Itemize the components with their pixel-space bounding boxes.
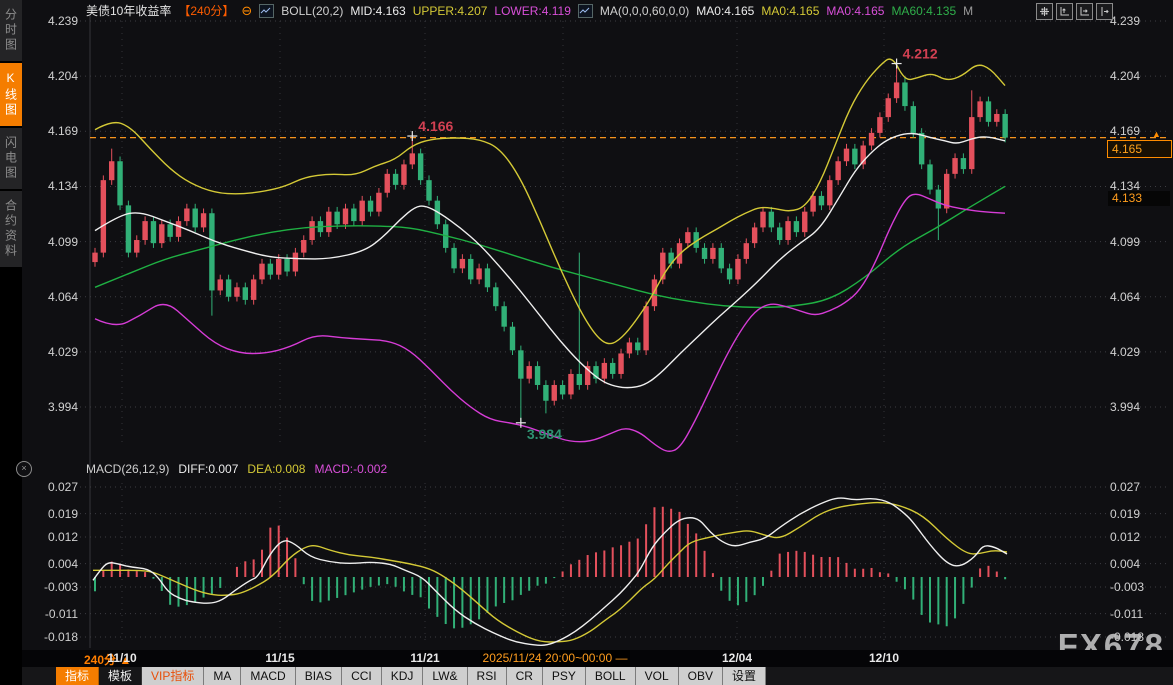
macd-tick-right: -0.003 bbox=[1110, 580, 1144, 594]
candlestick-macd-chart[interactable]: 4.166 4.212 3.984 bbox=[0, 0, 1173, 685]
price-tick-right: 4.029 bbox=[1110, 345, 1140, 359]
collapse-period-icon[interactable]: ⊖ bbox=[241, 5, 252, 17]
price-tick-left: 4.239 bbox=[22, 14, 78, 28]
toolbar-tab-VOL[interactable]: VOL bbox=[636, 667, 679, 685]
macd-tick-right: 0.012 bbox=[1110, 530, 1140, 544]
time-axis: 240分 ▲ 2025/11/24 20:00~00:00 — 11/1011/… bbox=[22, 650, 1173, 667]
boll-lower-value: LOWER:4.119 bbox=[494, 4, 570, 18]
toolbar-tab-MACD[interactable]: MACD bbox=[241, 667, 295, 685]
macd-pane-header: MACD(26,12,9) DIFF:0.007 DEA:0.008 MACD:… bbox=[86, 462, 387, 476]
symbol-title: 美债10年收益率 bbox=[86, 2, 171, 19]
toolbar-tab-设置[interactable]: 设置 bbox=[723, 667, 766, 685]
ma0-yellow-value: MA0:4.165 bbox=[761, 4, 819, 18]
date-label-12/10: 12/10 bbox=[869, 651, 899, 665]
current-price-tag: 4.165 bbox=[1107, 140, 1172, 158]
price-tick-left: 4.064 bbox=[22, 290, 78, 304]
toolbar-tab-LW&[interactable]: LW& bbox=[423, 667, 467, 685]
macd-tick-right: 0.027 bbox=[1110, 480, 1140, 494]
collapse-indicator-pane-icon[interactable]: × bbox=[16, 461, 32, 477]
ma60-value: MA60:4.135 bbox=[891, 4, 956, 18]
mini-chart-icon[interactable] bbox=[259, 4, 274, 18]
x-axis-scale-icon[interactable] bbox=[1076, 3, 1093, 20]
mini-chart-icon[interactable] bbox=[578, 4, 593, 18]
ma60-price-tag: 4.133 bbox=[1108, 191, 1170, 206]
macd-dea-value: DEA:0.008 bbox=[247, 462, 305, 476]
macd-value: MACD:-0.002 bbox=[314, 462, 387, 476]
price-tick-left: 3.994 bbox=[22, 400, 78, 414]
macd-tick-right: 0.004 bbox=[1110, 557, 1140, 571]
price-tick-left: 4.169 bbox=[22, 124, 78, 138]
toolbar-tab-BOLL[interactable]: BOLL bbox=[586, 667, 636, 685]
ma-name-label: MA(0,0,0,60,0,0) bbox=[600, 4, 689, 18]
toolbar-tab-CCI[interactable]: CCI bbox=[342, 667, 382, 685]
indicator-toolbar: 指标模板VIP指标MAMACDBIASCCIKDJLW&RSICRPSYBOLL… bbox=[22, 667, 1173, 685]
macd-tick-left: -0.011 bbox=[22, 607, 78, 621]
y-axis-scale-icon[interactable] bbox=[1056, 3, 1073, 20]
price-tick-right: 4.064 bbox=[1110, 290, 1140, 304]
period-label[interactable]: 【240分】 bbox=[178, 2, 234, 19]
macd-tick-left: -0.003 bbox=[22, 580, 78, 594]
price-pane-header: 美债10年收益率 【240分】 ⊖ BOLL(20,2) MID:4.163 U… bbox=[86, 3, 973, 18]
macd-tick-left: 0.004 bbox=[22, 557, 78, 571]
price-tick-right: 4.169 bbox=[1110, 124, 1140, 138]
price-tick-left: 4.134 bbox=[22, 179, 78, 193]
toolbar-tab-CR[interactable]: CR bbox=[507, 667, 543, 685]
window-controls bbox=[1036, 3, 1113, 20]
macd-tick-left: -0.018 bbox=[22, 630, 78, 644]
toolbar-tab-KDJ[interactable]: KDJ bbox=[382, 667, 424, 685]
sidebar-item-K线图[interactable]: K线图 bbox=[0, 63, 22, 126]
toolbar-tab-指标[interactable]: 指标 bbox=[56, 667, 99, 685]
boll-name-label: BOLL(20,2) bbox=[281, 4, 343, 18]
toolbar-tab-RSI[interactable]: RSI bbox=[468, 667, 507, 685]
sidebar-item-闪电图[interactable]: 闪电图 bbox=[0, 128, 22, 189]
ma-suffix-label: M bbox=[963, 4, 973, 18]
date-label-11/21: 11/21 bbox=[410, 651, 439, 665]
price-up-arrow-icon: ▲ bbox=[1152, 129, 1161, 139]
toolbar-tab-PSY[interactable]: PSY bbox=[543, 667, 586, 685]
date-label-11/15: 11/15 bbox=[265, 651, 294, 665]
price-tick-right: 4.239 bbox=[1110, 14, 1140, 28]
left-sidebar: 分时图K线图闪电图合约资料 bbox=[0, 0, 22, 685]
collapse-panel-icon[interactable] bbox=[1096, 3, 1113, 20]
current-bar-time-label: 2025/11/24 20:00~00:00 — bbox=[480, 650, 630, 667]
toolbar-spacer bbox=[22, 667, 56, 685]
macd-tick-left: 0.027 bbox=[22, 480, 78, 494]
sidebar-item-分时图[interactable]: 分时图 bbox=[0, 0, 22, 61]
date-label-12/04: 12/04 bbox=[722, 651, 752, 665]
chart-application: 4.166 4.212 3.984 分时图K线图闪电图合约资料 美债10年收益率 【… bbox=[0, 0, 1173, 685]
ma0-magenta-value: MA0:4.165 bbox=[826, 4, 884, 18]
sidebar-item-合约资料[interactable]: 合约资料 bbox=[0, 191, 22, 267]
toolbar-tab-OBV[interactable]: OBV bbox=[679, 667, 723, 685]
ma0-white-value: MA0:4.165 bbox=[696, 4, 754, 18]
toolbar-tab-VIP指标[interactable]: VIP指标 bbox=[142, 667, 204, 685]
macd-tick-right: -0.011 bbox=[1110, 607, 1143, 621]
price-tick-right: 4.204 bbox=[1110, 69, 1140, 83]
price-tick-right: 3.994 bbox=[1110, 400, 1140, 414]
svg-text:4.166: 4.166 bbox=[418, 118, 453, 134]
svg-text:4.212: 4.212 bbox=[903, 46, 938, 62]
boll-mid-value: MID:4.163 bbox=[350, 4, 405, 18]
macd-tick-left: 0.019 bbox=[22, 507, 78, 521]
date-label-11/10: 11/10 bbox=[107, 651, 136, 665]
toolbar-tab-MA[interactable]: MA bbox=[204, 667, 241, 685]
toolbar-tab-BIAS[interactable]: BIAS bbox=[296, 667, 342, 685]
toolbar-tab-模板[interactable]: 模板 bbox=[99, 667, 142, 685]
price-tick-left: 4.099 bbox=[22, 235, 78, 249]
boll-upper-value: UPPER:4.207 bbox=[413, 4, 488, 18]
macd-diff-value: DIFF:0.007 bbox=[178, 462, 238, 476]
price-tick-left: 4.029 bbox=[22, 345, 78, 359]
pan-icon[interactable] bbox=[1036, 3, 1053, 20]
macd-title: MACD(26,12,9) bbox=[86, 462, 169, 476]
macd-tick-left: 0.012 bbox=[22, 530, 78, 544]
svg-text:3.984: 3.984 bbox=[527, 426, 562, 442]
macd-tick-right: 0.019 bbox=[1110, 507, 1140, 521]
price-tick-left: 4.204 bbox=[22, 69, 78, 83]
price-tick-right: 4.099 bbox=[1110, 235, 1140, 249]
